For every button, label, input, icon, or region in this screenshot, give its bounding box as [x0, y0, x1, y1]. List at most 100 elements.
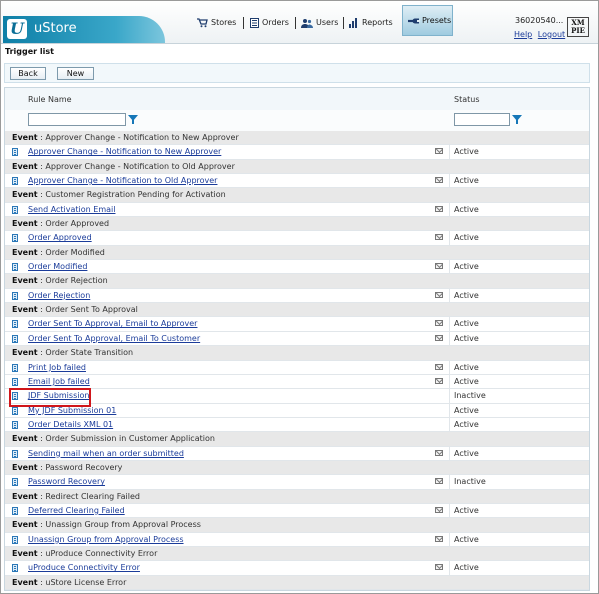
trigger-rule-row: Approver Change - Notification to Old Ap…: [5, 174, 589, 189]
event-name: Order Sent To Approval: [45, 305, 138, 315]
event-prefix: Event: [12, 305, 38, 315]
column-divider: [449, 503, 450, 518]
rule-name-filter-input[interactable]: [28, 113, 126, 126]
status-filter-icon[interactable]: [512, 115, 522, 124]
nav-divider: [343, 17, 344, 29]
rule-name-link[interactable]: Password Recovery: [28, 475, 105, 488]
rule-status: Active: [454, 333, 479, 343]
event-prefix: Event: [12, 219, 38, 229]
nav-divider: [295, 17, 296, 29]
rule-name-link[interactable]: Order Modified: [28, 260, 87, 273]
rule-name-link[interactable]: uProduce Connectivity Error: [28, 561, 140, 574]
email-icon: [435, 263, 443, 270]
event-label: Event : uProduce Connectivity Error: [12, 547, 157, 560]
user-id: 36020540...: [515, 16, 564, 25]
rule-status: Active: [454, 376, 479, 386]
status-filter-input[interactable]: [454, 113, 510, 126]
column-divider: [449, 374, 450, 389]
rule-name-link[interactable]: Order Sent To Approval, Email to Approve…: [28, 317, 197, 330]
rule-document-icon: [12, 406, 18, 415]
event-name: Unassign Group from Approval Process: [45, 520, 201, 530]
rule-name-link[interactable]: Order Details XML 01: [28, 418, 113, 431]
user-links: Help Logout: [514, 30, 568, 39]
event-group-row: Event : Order Approved: [5, 217, 589, 232]
rule-name-link[interactable]: Approver Change - Notification to New Ap…: [28, 145, 221, 158]
trigger-rule-row: Print Job failed Active: [5, 360, 589, 375]
brand-bar: U uStore: [3, 16, 165, 43]
email-icon: [435, 291, 443, 298]
event-label: Event : Order Modified: [12, 246, 105, 259]
trigger-grid: Rule Name Status Event : Approver Change…: [4, 87, 590, 591]
trigger-rule-row: uProduce Connectivity Error Active: [5, 561, 589, 576]
rule-name-link[interactable]: Order Approved: [28, 231, 92, 244]
nav-presets[interactable]: Presets: [402, 5, 453, 36]
nav-reports[interactable]: Reports: [349, 13, 393, 33]
rule-name-link[interactable]: Approver Change - Notification to Old Ap…: [28, 174, 217, 187]
grid-rows: Event : Approver Change - Notification t…: [5, 131, 589, 590]
event-name: uStore License Error: [45, 577, 127, 587]
top-header: U uStore Stores Orders Users Reports Pre…: [1, 1, 598, 44]
column-divider: [449, 532, 450, 546]
xmpie-logo-line2: PIE: [571, 26, 585, 35]
event-label: Event : Password Recovery: [12, 461, 122, 474]
column-header-rule-name[interactable]: Rule Name: [28, 95, 72, 104]
email-icon: [435, 205, 443, 212]
event-group-row: Event : Approver Change - Notification t…: [5, 131, 589, 146]
rule-status: Active: [454, 233, 479, 243]
new-button[interactable]: New: [57, 67, 94, 80]
rule-name-link[interactable]: Order Rejection: [28, 289, 90, 302]
rule-name-link[interactable]: Unassign Group from Approval Process: [28, 533, 184, 546]
rule-status: Active: [454, 563, 479, 573]
trigger-rule-row: Approver Change - Notification to New Ap…: [5, 145, 589, 160]
rule-name-filter-icon[interactable]: [128, 115, 138, 124]
trigger-rule-row: JDF Submission Inactive: [5, 389, 589, 404]
rule-name-link[interactable]: Order Sent To Approval, Email To Custome…: [28, 332, 200, 345]
rule-document-icon: [12, 564, 18, 573]
event-prefix: Event: [12, 348, 38, 358]
email-icon: [435, 535, 443, 542]
event-label: Event : Approver Change - Notification t…: [12, 160, 235, 173]
trigger-rule-row: Deferred Clearing Failed Active: [5, 503, 589, 519]
rule-status: Active: [454, 262, 479, 272]
event-group-row: Event : Customer Registration Pending fo…: [5, 188, 589, 203]
column-divider: [449, 288, 450, 303]
event-prefix: Event: [12, 520, 38, 530]
column-divider: [449, 260, 450, 274]
rule-name-link[interactable]: Email Job failed: [28, 375, 90, 388]
app-name: uStore: [34, 21, 77, 36]
event-group-row: Event : Password Recovery: [5, 460, 589, 476]
rule-name-link[interactable]: Send Activation Email: [28, 203, 115, 216]
column-divider: [449, 446, 450, 460]
page-title: Trigger list: [5, 47, 54, 56]
email-icon: [435, 234, 443, 241]
rule-document-icon: [12, 234, 18, 243]
logout-link[interactable]: Logout: [538, 30, 565, 39]
column-divider: [449, 331, 450, 346]
back-button[interactable]: Back: [10, 67, 46, 80]
rule-document-icon: [12, 363, 18, 372]
nav-orders[interactable]: Orders: [250, 13, 289, 33]
event-label: Event : Customer Registration Pending fo…: [12, 188, 226, 201]
column-divider: [449, 389, 450, 403]
event-group-row: Event : Unassign Group from Approval Pro…: [5, 518, 589, 533]
event-prefix: Event: [12, 247, 38, 257]
rule-name-link[interactable]: Print Job failed: [28, 361, 86, 374]
nav-stores[interactable]: Stores: [197, 13, 236, 33]
grid-header: Rule Name Status: [5, 88, 589, 111]
column-header-status[interactable]: Status: [454, 95, 480, 104]
rule-name-link[interactable]: Deferred Clearing Failed: [28, 504, 125, 517]
event-group-row: Event : uProduce Connectivity Error: [5, 546, 589, 562]
rule-status: Inactive: [454, 477, 486, 487]
event-name: Approver Change - Notification to Old Ap…: [45, 161, 235, 171]
email-icon: [435, 478, 443, 485]
nav-users[interactable]: Users: [301, 13, 338, 33]
rule-status: Active: [454, 405, 479, 415]
event-group-row: Event : Order Modified: [5, 245, 589, 261]
rule-name-link[interactable]: Sending mail when an order submitted: [28, 447, 184, 460]
event-name: Order Approved: [45, 219, 110, 229]
event-label: Event : Order Sent To Approval: [12, 303, 138, 316]
email-icon: [435, 564, 443, 571]
orders-icon: [250, 17, 259, 28]
help-link[interactable]: Help: [514, 30, 532, 39]
event-prefix: Event: [12, 462, 38, 472]
